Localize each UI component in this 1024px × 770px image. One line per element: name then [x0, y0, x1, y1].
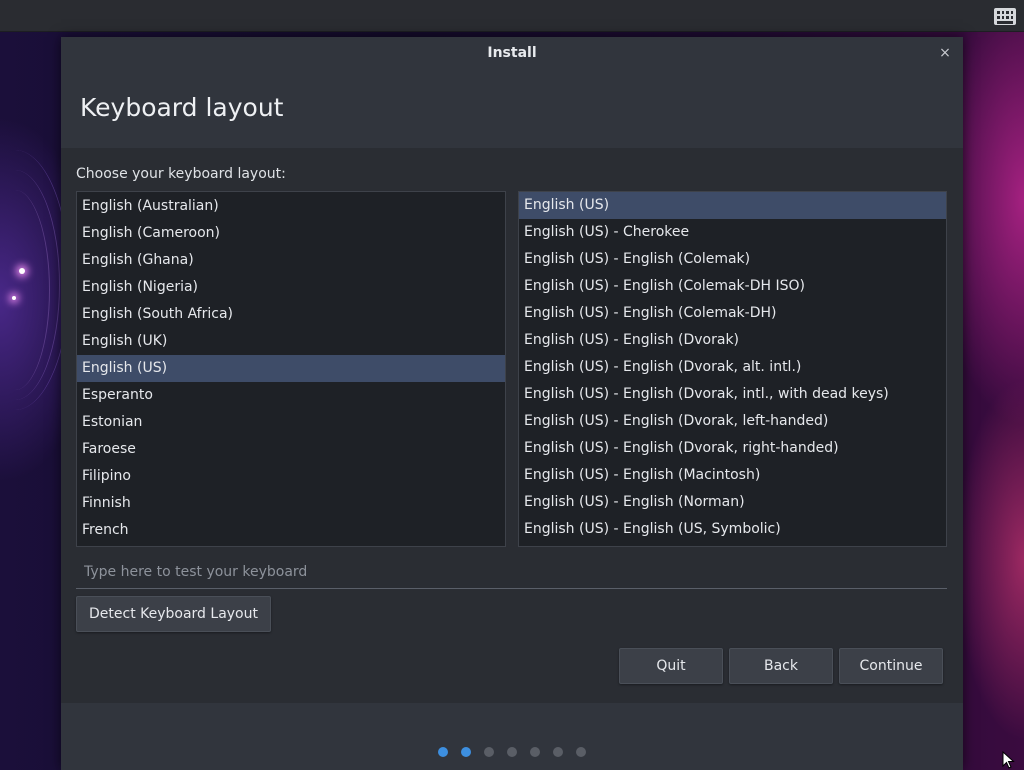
- layout-list-item[interactable]: English (Australian): [77, 193, 505, 220]
- page-title: Keyboard layout: [80, 93, 284, 122]
- layout-list-item[interactable]: Estonian: [77, 409, 505, 436]
- back-button[interactable]: Back: [729, 648, 833, 684]
- layout-list-item[interactable]: English (UK): [77, 328, 505, 355]
- progress-dot: [438, 747, 448, 757]
- mouse-pointer-icon: [1002, 751, 1015, 769]
- layout-list-item[interactable]: Filipino: [77, 463, 505, 490]
- detect-keyboard-layout-button[interactable]: Detect Keyboard Layout: [76, 596, 271, 632]
- window-footer: [61, 703, 963, 770]
- page-content: Choose your keyboard layout: English (Au…: [61, 148, 963, 703]
- variant-list-item[interactable]: English (US) - English (Macintosh): [519, 462, 946, 489]
- keyboard-icon[interactable]: [994, 8, 1016, 25]
- keyboard-test-input[interactable]: [76, 555, 947, 589]
- wallpaper-sparkle: [12, 296, 16, 300]
- wallpaper-sparkle: [19, 268, 25, 274]
- variant-list-item[interactable]: English (US): [519, 192, 946, 219]
- layout-list-item[interactable]: English (South Africa): [77, 301, 505, 328]
- layout-list-item[interactable]: Esperanto: [77, 382, 505, 409]
- variant-list[interactable]: English (US) English (US) - Cherokee Engli…: [518, 191, 947, 547]
- variant-list-item[interactable]: English (US) - English (Colemak): [519, 246, 946, 273]
- variant-list-item[interactable]: English (US) - English (Colemak-DH): [519, 300, 946, 327]
- layout-list-item[interactable]: English (Cameroon): [77, 220, 505, 247]
- layout-list-item[interactable]: French: [77, 517, 505, 544]
- progress-dot: [530, 747, 540, 757]
- window-title: Install: [487, 45, 537, 61]
- quit-button[interactable]: Quit: [619, 648, 723, 684]
- variant-list-item[interactable]: English (US) - Cherokee: [519, 219, 946, 246]
- variant-list-item[interactable]: English (US) - English (US, Symbolic): [519, 516, 946, 543]
- continue-button[interactable]: Continue: [839, 648, 943, 684]
- layout-list-item[interactable]: Finnish: [77, 490, 505, 517]
- variant-list-item[interactable]: English (US) - English (Dvorak, left-han…: [519, 408, 946, 435]
- layout-list-item[interactable]: Faroese: [77, 436, 505, 463]
- layout-prompt-label: Choose your keyboard layout:: [76, 166, 286, 182]
- close-icon[interactable]: ×: [937, 45, 953, 61]
- variant-list-item[interactable]: English (US) - English (Dvorak, alt. int…: [519, 354, 946, 381]
- variant-list-item[interactable]: English (US) - English (Dvorak, intl., w…: [519, 381, 946, 408]
- progress-dot: [507, 747, 517, 757]
- variant-list-item[interactable]: English (US) - English (Dvorak): [519, 327, 946, 354]
- layout-list-item[interactable]: English (US): [77, 355, 505, 382]
- variant-list-item[interactable]: English (US) - English (Norman): [519, 489, 946, 516]
- progress-indicator: [61, 747, 963, 757]
- installer-window: Install × Keyboard layout Choose your ke…: [61, 37, 963, 770]
- variant-list-item[interactable]: English (US) - English (Colemak-DH ISO): [519, 273, 946, 300]
- layout-list-item[interactable]: English (Ghana): [77, 247, 505, 274]
- progress-dot: [576, 747, 586, 757]
- progress-dot: [461, 747, 471, 757]
- layout-list-item[interactable]: English (Nigeria): [77, 274, 505, 301]
- progress-dot: [484, 747, 494, 757]
- page-header: Keyboard layout: [61, 71, 963, 148]
- window-titlebar: Install ×: [61, 37, 963, 71]
- top-panel: [0, 0, 1024, 32]
- progress-dot: [553, 747, 563, 757]
- layout-list[interactable]: English (Australian) English (Cameroon) En…: [76, 191, 506, 547]
- variant-list-item[interactable]: English (US) - English (Dvorak, right-ha…: [519, 435, 946, 462]
